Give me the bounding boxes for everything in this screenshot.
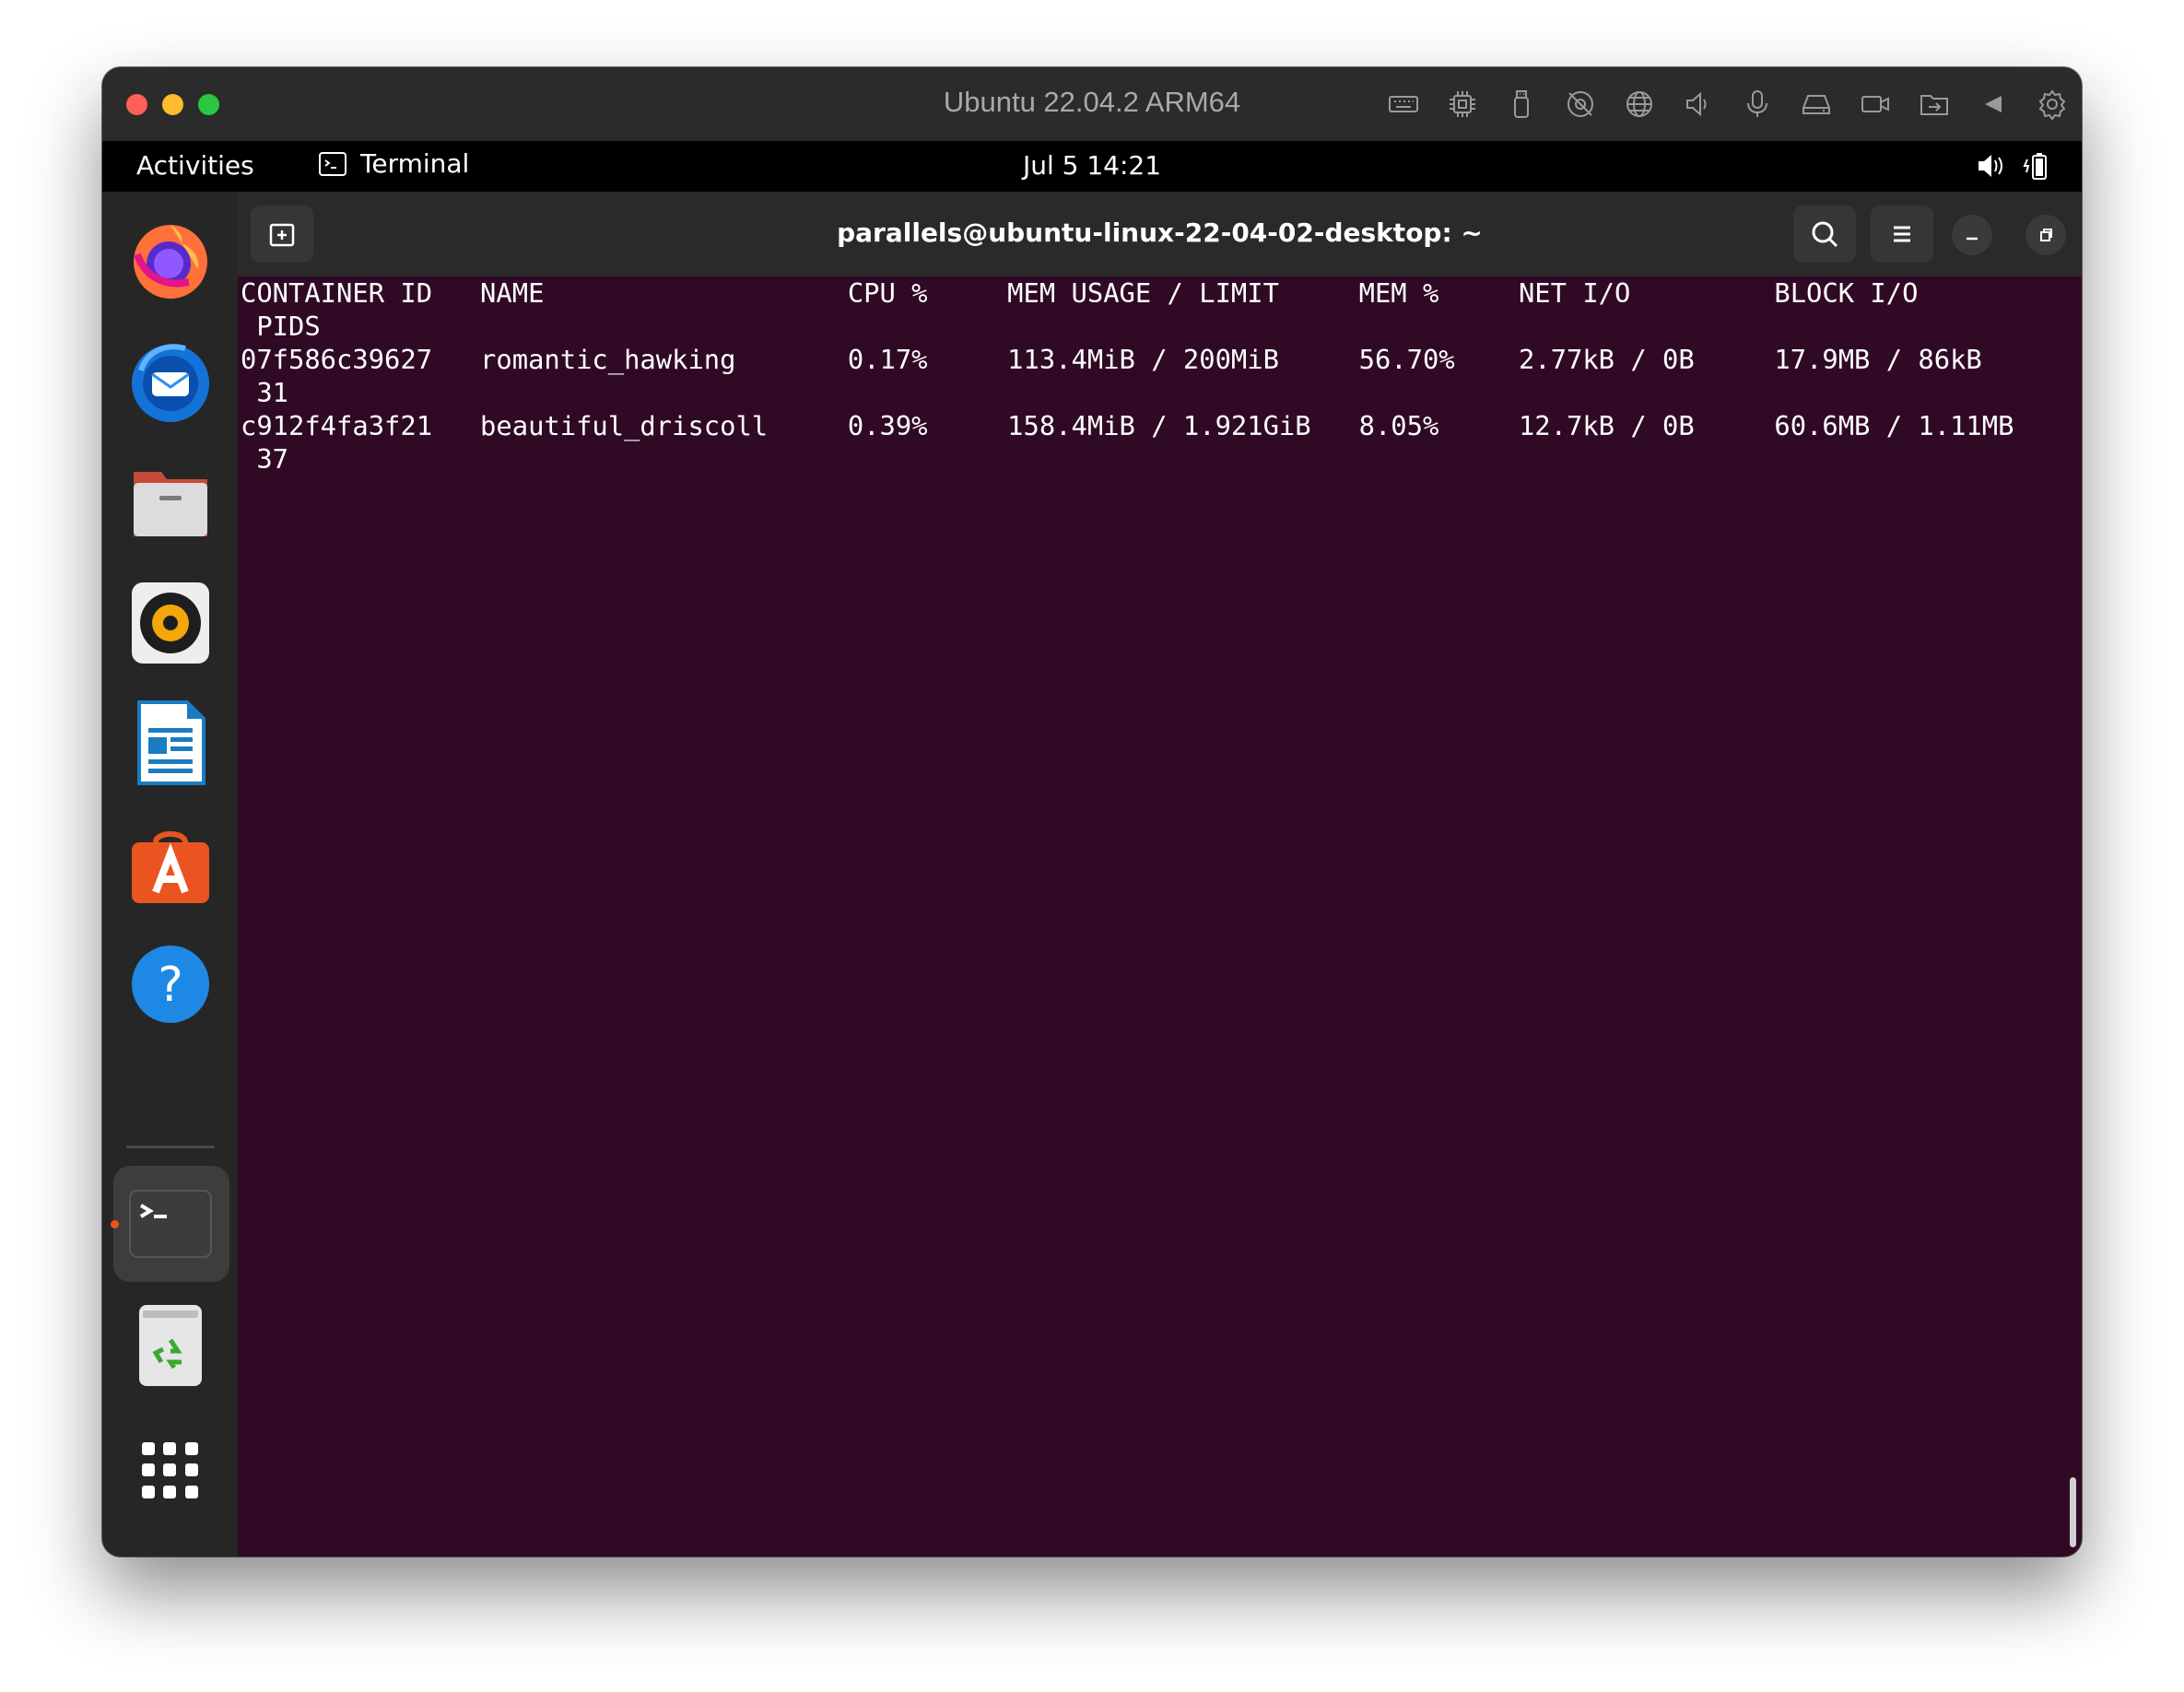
ubuntu-topbar: Activities Terminal Jul 5 14:21	[102, 141, 2082, 192]
trash-icon[interactable]	[128, 1303, 213, 1388]
help-icon[interactable]: ?	[128, 942, 213, 1027]
dock: ?	[102, 192, 238, 1557]
restore-button[interactable]	[2025, 215, 2066, 255]
vm-toolbar	[1361, 82, 2069, 126]
hamburger-menu-icon	[1894, 226, 1910, 242]
terminal-output: CONTAINER ID NAME CPU % MEM USAGE / LIMI…	[241, 276, 2014, 476]
back-arrow-icon[interactable]	[1977, 88, 2010, 121]
minimize-button[interactable]	[1952, 215, 1992, 255]
svg-text:?: ?	[158, 958, 183, 1013]
microphone-icon[interactable]	[1741, 88, 1774, 121]
show-apps-grid-icon[interactable]	[142, 1442, 199, 1499]
vm-window: Ubuntu 22.04.2 ARM64 Activities Terminal…	[102, 67, 2082, 1557]
app-center-icon[interactable]	[128, 822, 213, 907]
network-globe-icon[interactable]	[1623, 88, 1656, 121]
camera-icon[interactable]	[1859, 88, 1892, 121]
volume-icon[interactable]	[1975, 150, 2006, 182]
shared-folder-icon[interactable]	[1918, 88, 1951, 121]
settings-gear-icon[interactable]	[2036, 88, 2069, 121]
firefox-icon[interactable]	[128, 217, 213, 302]
output-line: c912f4fa3f21 beautiful_driscoll 0.39% 15…	[241, 410, 2014, 441]
terminal-body[interactable]: CONTAINER ID NAME CPU % MEM USAGE / LIMI…	[238, 276, 2082, 1557]
files-icon[interactable]	[128, 459, 213, 544]
minimize-icon	[1967, 237, 1978, 241]
hamburger-menu-button[interactable]	[1871, 206, 1933, 263]
search-icon	[1812, 221, 1838, 248]
output-line: CONTAINER ID NAME CPU % MEM USAGE / LIMI…	[241, 277, 1919, 309]
battery-icon[interactable]	[2023, 150, 2054, 182]
vm-titlebar: Ubuntu 22.04.2 ARM64	[102, 67, 2082, 142]
camera-off-icon[interactable]	[1564, 88, 1597, 121]
dock-separator	[126, 1146, 215, 1148]
output-line: PIDS	[241, 311, 321, 342]
cpu-icon[interactable]	[1446, 88, 1479, 121]
terminal-headerbar: parallels@ubuntu-linux-22-04-02-desktop:…	[238, 192, 2082, 276]
usb-icon[interactable]	[1505, 88, 1538, 121]
output-line: 07f586c39627 romantic_hawking 0.17% 113.…	[241, 344, 1982, 375]
output-line: 31	[241, 377, 289, 408]
system-tray[interactable]	[1958, 150, 2054, 182]
disk-drive-icon[interactable]	[1800, 88, 1833, 121]
libreoffice-writer-icon[interactable]	[128, 700, 213, 785]
scrollbar-thumb[interactable]	[2070, 1477, 2076, 1547]
terminal-icon[interactable]	[128, 1181, 213, 1266]
search-button[interactable]	[1793, 206, 1856, 263]
keyboard-icon[interactable]	[1387, 88, 1420, 121]
thunderbird-icon[interactable]	[128, 339, 213, 424]
rhythmbox-icon[interactable]	[128, 581, 213, 665]
clock[interactable]: Jul 5 14:21	[102, 150, 2082, 181]
speaker-icon[interactable]	[1682, 88, 1715, 121]
restore-icon	[2040, 229, 2052, 241]
output-line: 37	[241, 443, 289, 475]
running-indicator	[111, 1220, 119, 1228]
